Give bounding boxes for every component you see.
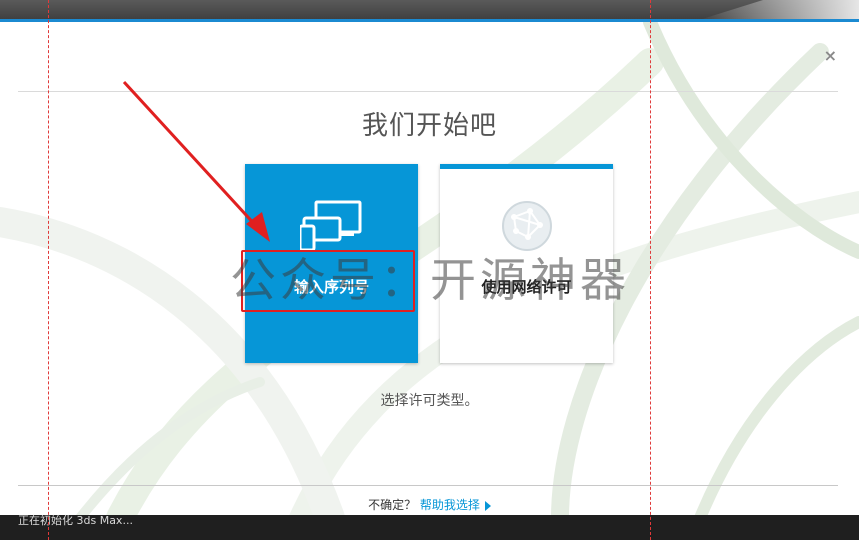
close-icon[interactable]: × <box>824 46 837 65</box>
header-divider <box>18 91 838 92</box>
watermark-text: 公众号：开源神器 <box>230 253 630 307</box>
status-text: 正在初始化 3ds Max... <box>18 514 133 527</box>
page-title: 我们开始吧 <box>361 111 497 141</box>
unsure-label: 不确定？ <box>368 498 417 512</box>
license-type-hint: 选择许可类型。 <box>380 393 479 409</box>
footer-divider <box>18 485 838 486</box>
play-arrow-icon[interactable] <box>484 500 491 511</box>
titlebar-decoration <box>699 0 859 20</box>
guide-line-right <box>650 0 651 540</box>
help-me-choose-link[interactable]: 帮助我选择 <box>420 498 480 512</box>
help-footer: 不确定？ 帮助我选择 <box>0 496 859 513</box>
guide-line-left <box>48 0 49 540</box>
